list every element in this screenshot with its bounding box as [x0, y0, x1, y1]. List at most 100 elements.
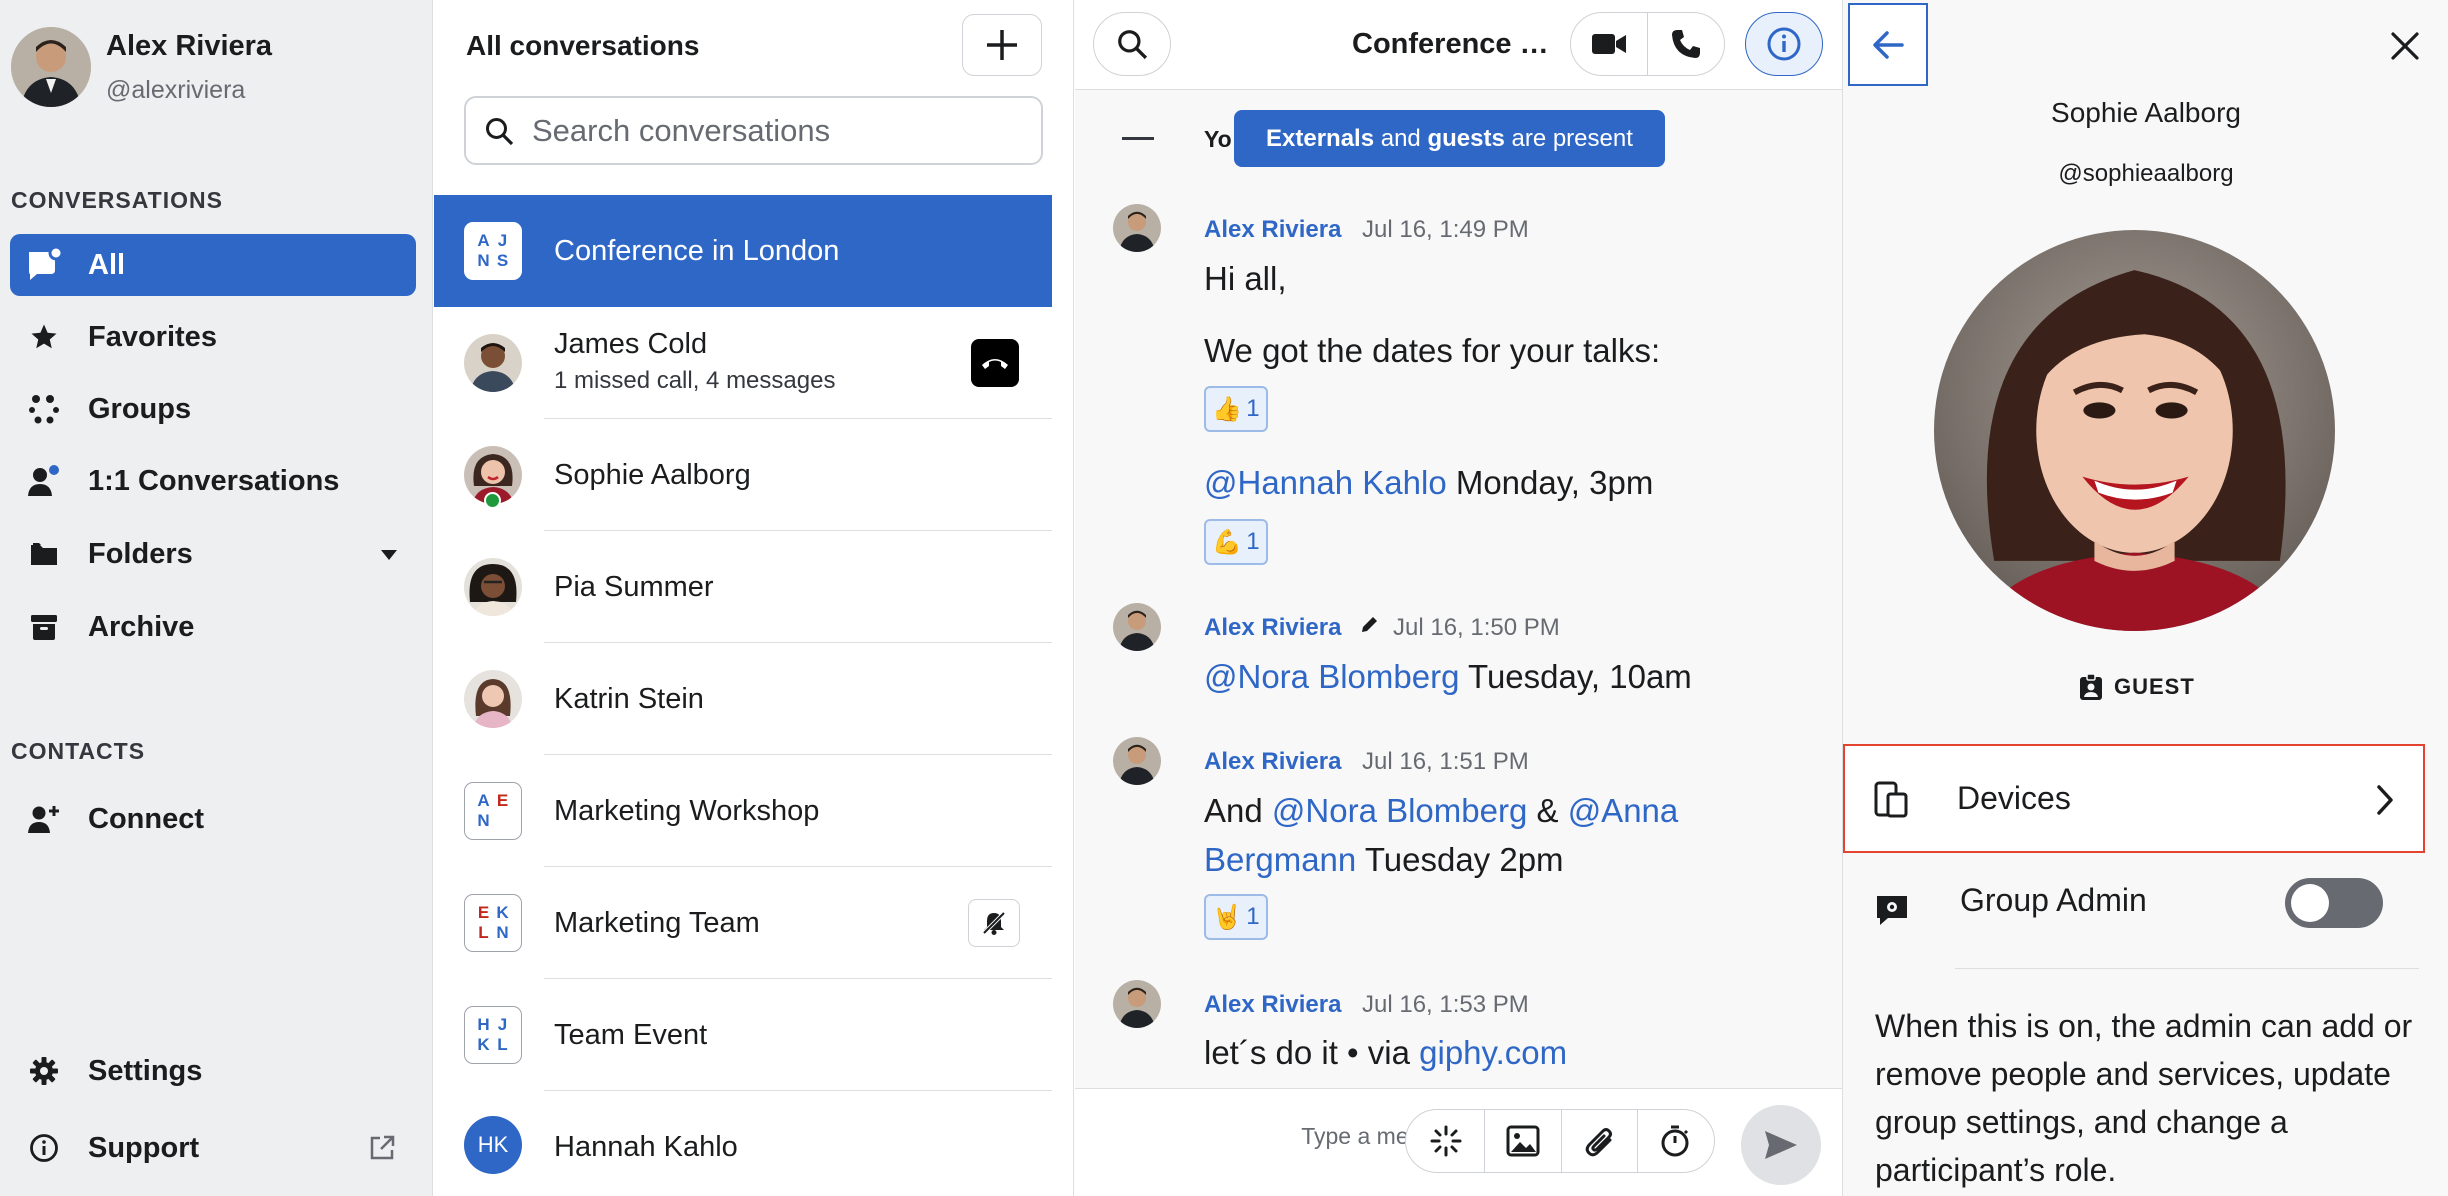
devices-label: Devices [1957, 780, 2071, 816]
conversation-item-marketing-team[interactable]: E K L N Marketing Team [434, 867, 1052, 979]
sidebar-item-folders[interactable]: Folders [10, 523, 416, 585]
message-text: @Nora Blomberg Tuesday, 10am [1204, 652, 1692, 701]
mention-link[interactable]: @Anna [1568, 792, 1679, 829]
message-avatar[interactable] [1113, 603, 1161, 651]
guest-badge-label: GUEST [2114, 674, 2195, 699]
conversation-details-button[interactable] [1745, 12, 1823, 76]
new-conversation-button[interactable] [962, 14, 1042, 76]
conversation-item-james-cold[interactable]: James Cold 1 missed call, 4 messages [434, 307, 1052, 419]
mention-link[interactable]: @Nora Blomberg [1204, 658, 1459, 695]
sidebar-item-connect[interactable]: Connect [10, 788, 416, 850]
join-call-button[interactable] [971, 339, 1019, 387]
message-text-part: Tuesday 2pm [1356, 841, 1564, 878]
conversation-item-pia-summer[interactable]: Pia Summer [434, 531, 1052, 643]
timer-icon[interactable] [1659, 1124, 1691, 1158]
group-avatar-letter: J [497, 1015, 508, 1034]
chevron-down-icon[interactable] [380, 549, 398, 561]
sidebar-item-one-to-one[interactable]: 1:1 Conversations [10, 450, 416, 512]
user-avatar[interactable] [11, 27, 91, 107]
image-icon[interactable] [1506, 1125, 1540, 1157]
reaction-button[interactable]: 💪 1 [1204, 519, 1268, 565]
plus-icon [985, 28, 1019, 62]
message-avatar[interactable] [1113, 737, 1161, 785]
message-text: let´s do it • via giphy.com [1204, 1028, 1567, 1077]
devices-row[interactable]: Devices [1843, 744, 2425, 853]
audio-call-button[interactable] [1647, 12, 1725, 76]
sidebar-item-label: Archive [88, 610, 195, 643]
sidebar-item-label: 1:1 Conversations [88, 464, 340, 497]
group-avatar-letter [493, 811, 512, 831]
muted-notifications-button[interactable] [968, 899, 1020, 947]
mention-link[interactable]: @Hannah Kahlo [1204, 464, 1447, 501]
sidebar: Alex Riviera @alexriviera CONVERSATIONS … [0, 0, 433, 1196]
sidebar-item-all[interactable]: All [10, 234, 416, 296]
close-panel-button[interactable] [2383, 24, 2427, 68]
search-conversations-box[interactable] [464, 96, 1043, 165]
send-button[interactable] [1741, 1105, 1821, 1185]
conversation-item-hannah-kahlo[interactable]: HK Hannah Kahlo [434, 1091, 1052, 1196]
reaction-button[interactable]: 🤘 1 [1204, 894, 1268, 940]
system-message-snippet: Yo [1204, 126, 1232, 152]
close-icon [2390, 31, 2420, 61]
message-text: Hi all, [1204, 260, 1287, 297]
mention-link[interactable]: @Nora Blomberg [1272, 792, 1527, 829]
mention-link[interactable]: Bergmann [1204, 841, 1356, 878]
sidebar-item-label: Settings [88, 1054, 203, 1087]
message-avatar[interactable] [1113, 204, 1161, 252]
conversation-item-sophie-aalborg[interactable]: Sophie Aalborg [434, 419, 1052, 531]
group-avatar-letter: K [477, 1035, 490, 1054]
conversation-item-marketing-workshop[interactable]: A E N Marketing Workshop [434, 755, 1052, 867]
user-handle: @alexriviera [106, 76, 246, 104]
paperclip-icon[interactable] [1584, 1124, 1616, 1158]
group-avatar: A E N [464, 782, 522, 840]
reaction-emoji: 👍 [1212, 395, 1243, 423]
sidebar-item-label: Support [88, 1131, 200, 1164]
sidebar-item-groups[interactable]: Groups [10, 378, 416, 440]
back-button[interactable] [1848, 3, 1928, 86]
message-timestamp: Jul 16, 1:50 PM [1393, 614, 1560, 641]
composer-toolbar [1405, 1109, 1715, 1173]
search-conversations-input[interactable] [532, 112, 1012, 149]
external-link-icon [368, 1134, 396, 1162]
conversation-list-panel: All conversations A J N S Conference in … [434, 0, 1074, 1196]
message-author[interactable]: Alex Riviera [1204, 748, 1341, 776]
notice-text: and [1374, 124, 1428, 152]
message-author[interactable]: Alex Riviera [1204, 614, 1341, 642]
group-admin-toggle[interactable] [2285, 878, 2383, 928]
chat-title[interactable]: Conference in London [1352, 28, 1550, 61]
contacts-section-title: CONTACTS [11, 738, 146, 764]
phone-icon [1670, 28, 1702, 60]
conversation-item-katrin-stein[interactable]: Katrin Stein [434, 643, 1052, 755]
conversation-name: Hannah Kahlo [554, 1131, 738, 1163]
chat-search-button[interactable] [1093, 12, 1171, 76]
group-avatar-letter: A [477, 791, 490, 810]
reaction-button[interactable]: 👍 1 [1204, 386, 1268, 432]
message-composer [1075, 1088, 1842, 1196]
sidebar-item-support[interactable]: Support [10, 1117, 416, 1179]
message-avatar[interactable] [1113, 980, 1161, 1028]
conversation-subtitle: 1 missed call, 4 messages [554, 367, 836, 394]
message-author[interactable]: Alex Riviera [1204, 991, 1341, 1019]
collapse-indicator [1122, 137, 1154, 140]
folder-icon [24, 534, 64, 574]
conversation-item-team-event[interactable]: H J K L Team Event [434, 979, 1052, 1091]
sidebar-item-favorites[interactable]: Favorites [10, 306, 416, 368]
video-call-button[interactable] [1570, 12, 1648, 76]
conversation-item-conference-in-london[interactable]: A J N S Conference in London [434, 195, 1052, 307]
group-avatar-letter: S [496, 251, 509, 270]
giphy-link[interactable]: giphy.com [1419, 1034, 1567, 1071]
sidebar-item-archive[interactable]: Archive [10, 596, 416, 658]
conversation-list-title: All conversations [466, 30, 700, 61]
guest-badge: GUEST [2078, 673, 2195, 701]
group-avatar-letter: K [496, 903, 509, 922]
reaction-count: 1 [1246, 903, 1260, 930]
giphy-sparkle-icon[interactable] [1429, 1124, 1463, 1158]
conversation-name: James Cold [554, 328, 708, 360]
sidebar-item-settings[interactable]: Settings [10, 1040, 416, 1102]
message-author[interactable]: Alex Riviera [1204, 216, 1341, 244]
star-icon [24, 317, 64, 357]
group-avatar-letter: A [477, 231, 490, 250]
person-icon [24, 461, 64, 501]
conversation-name: Marketing Team [554, 907, 760, 939]
guest-id-badge-icon [2078, 673, 2104, 701]
